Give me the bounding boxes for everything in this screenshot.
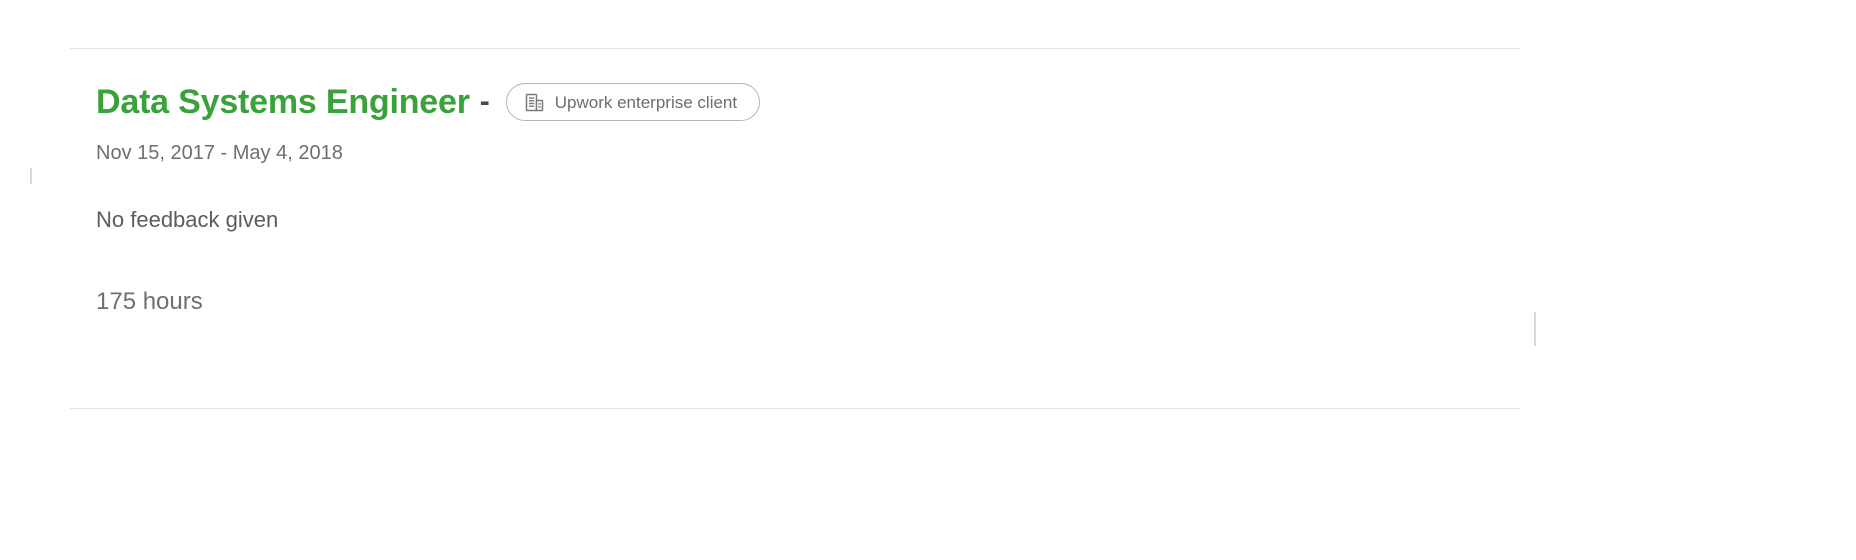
job-title-link[interactable]: Data Systems Engineer xyxy=(96,85,470,119)
job-title-row: Data Systems Engineer - Upwork enterpris… xyxy=(96,78,1496,126)
engagement-date-range: Nov 15, 2017 - May 4, 2018 xyxy=(96,142,343,164)
feedback-status: No feedback given xyxy=(96,207,279,232)
enterprise-building-icon xyxy=(525,93,544,112)
section-divider-top xyxy=(70,48,1520,49)
left-edge-tick xyxy=(30,168,32,184)
right-edge-tick xyxy=(1534,312,1536,346)
hours-worked: 175 hours xyxy=(96,288,203,315)
work-history-entry-page: Data Systems Engineer - Upwork enterpris… xyxy=(0,0,1856,560)
title-separator: - xyxy=(479,85,490,118)
client-type-badge[interactable]: Upwork enterprise client xyxy=(505,83,761,121)
work-history-record: Data Systems Engineer - Upwork enterpris… xyxy=(96,78,1496,314)
client-type-badge-label: Upwork enterprise client xyxy=(554,92,738,112)
section-divider-bottom xyxy=(70,408,1520,409)
